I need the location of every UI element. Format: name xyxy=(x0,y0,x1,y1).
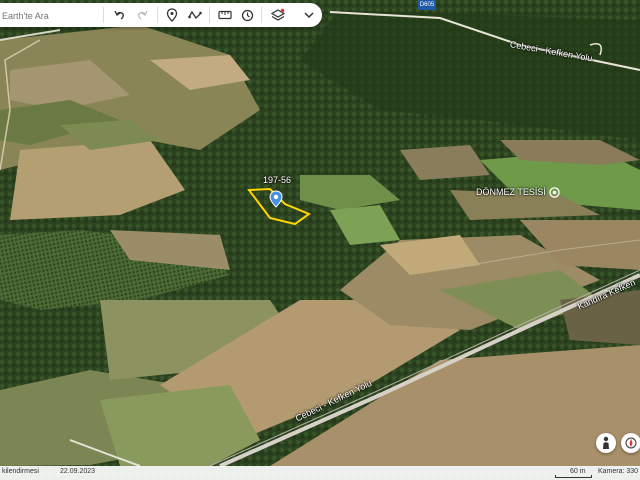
toolbar-divider xyxy=(261,7,262,23)
compass-icon xyxy=(625,437,637,449)
map-pin-icon xyxy=(166,8,178,22)
layers-button[interactable] xyxy=(268,5,288,25)
historical-imagery-button[interactable] xyxy=(237,5,257,25)
measure-icon xyxy=(218,10,232,20)
add-path-button[interactable] xyxy=(185,5,205,25)
redo-icon xyxy=(138,10,148,20)
search-input[interactable] xyxy=(0,7,104,25)
undo-button[interactable] xyxy=(110,5,130,25)
add-placemark-button[interactable] xyxy=(162,5,182,25)
scale-label: 60 m xyxy=(570,468,586,475)
toolbar-divider xyxy=(103,7,104,23)
route-shield: D605 xyxy=(418,0,436,10)
scale-bar xyxy=(555,475,592,478)
redo-button[interactable] xyxy=(132,5,152,25)
status-bar: kilendirmesi 22.09.2023 60 m Kamera: 330 xyxy=(0,466,640,480)
poi-icon[interactable] xyxy=(549,187,560,198)
imagery-date: 22.09.2023 xyxy=(60,468,96,475)
undo-icon xyxy=(114,10,124,20)
toolbar-divider xyxy=(209,7,210,23)
top-toolbar xyxy=(0,3,322,27)
more-options-button[interactable] xyxy=(299,5,319,25)
measure-button[interactable] xyxy=(215,5,235,25)
parcel-label[interactable]: 197-56 xyxy=(263,175,291,185)
toolbar-divider xyxy=(157,7,158,23)
map-pin-marker[interactable] xyxy=(269,190,283,208)
chevron-down-icon xyxy=(304,12,314,19)
layers-icon xyxy=(271,8,285,21)
poi-label[interactable]: DÖNMEZ TESİSİ xyxy=(476,187,546,197)
compass-button[interactable] xyxy=(621,433,640,453)
history-icon xyxy=(241,9,253,21)
camera-altitude: Kamera: 330 xyxy=(598,468,639,475)
person-icon xyxy=(603,436,609,449)
path-icon xyxy=(188,10,202,20)
street-view-button[interactable] xyxy=(596,433,616,453)
attribution-text[interactable]: kilendirmesi xyxy=(2,468,39,475)
